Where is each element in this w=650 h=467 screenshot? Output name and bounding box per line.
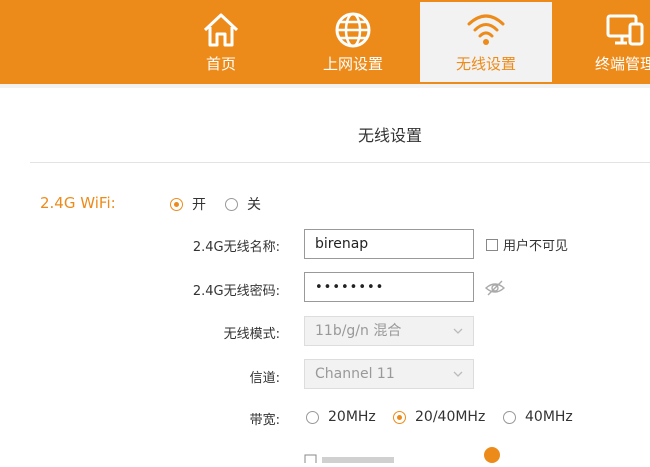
password-input[interactable]: •••••••• <box>304 272 474 302</box>
ssid-input[interactable]: birenap <box>304 229 474 259</box>
next-row-checkbox-partial <box>300 448 400 467</box>
radio-selected-indicator <box>393 410 406 424</box>
tab-wireless-settings-label: 无线设置 <box>455 55 516 73</box>
devices-icon <box>606 14 644 46</box>
page-title: 无线设置 <box>357 126 422 145</box>
tab-wireless-settings[interactable]: 无线设置 <box>420 2 552 82</box>
radio-unselected-indicator <box>225 197 238 211</box>
wireless-mode-value: 11b/g/n 混合 <box>315 323 402 339</box>
wireless-mode-label: 无线模式: <box>223 327 280 342</box>
channel-select[interactable]: Channel 11 <box>304 359 474 389</box>
wifi-off-radio[interactable]: 关 <box>225 194 261 214</box>
chevron-down-icon <box>453 328 463 334</box>
title-divider <box>30 162 650 163</box>
tab-device-management-label: 终端管理 <box>594 55 650 73</box>
password-label: 2.4G无线密码: <box>192 284 280 299</box>
checkbox-box <box>486 238 498 251</box>
wifi-on-radio[interactable]: 开 <box>170 194 206 214</box>
bandwidth-label: 带宽: <box>249 413 280 428</box>
wifi-off-label: 关 <box>247 197 261 213</box>
ssid-value: birenap <box>315 236 369 252</box>
wifi-24g-section-label: 2.4G WiFi: <box>40 194 116 212</box>
tab-home-label: 首页 <box>205 55 236 73</box>
ssid-label: 2.4G无线名称: <box>192 240 280 255</box>
show-password-eye-icon[interactable] <box>484 278 506 298</box>
next-row-toggle-partial <box>484 447 500 463</box>
bandwidth-20mhz-label: 20MHz <box>328 409 376 425</box>
bandwidth-40mhz-label: 40MHz <box>525 409 573 425</box>
radio-unselected-indicator <box>503 410 516 424</box>
hide-ssid-checkbox[interactable]: 用户不可见 <box>486 235 568 254</box>
password-masked-value: •••••••• <box>315 280 385 295</box>
wireless-mode-select[interactable]: 11b/g/n 混合 <box>304 316 474 346</box>
radio-selected-indicator <box>170 197 183 211</box>
wifi-icon <box>467 14 505 45</box>
nav-underline <box>0 84 650 88</box>
tab-device-management[interactable]: 终端管理 <box>572 0 650 84</box>
home-icon <box>203 13 239 47</box>
tab-internet-settings[interactable]: 上网设置 <box>300 0 406 84</box>
wifi-on-label: 开 <box>192 197 206 213</box>
bandwidth-40mhz-radio[interactable]: 40MHz <box>503 409 573 425</box>
tab-home[interactable]: 首页 <box>168 0 274 84</box>
hide-ssid-label: 用户不可见 <box>503 239 569 254</box>
radio-unselected-indicator <box>306 410 319 424</box>
bandwidth-20-40mhz-label: 20/40MHz <box>415 409 486 425</box>
tab-internet-settings-label: 上网设置 <box>322 55 383 73</box>
bandwidth-20-40mhz-radio[interactable]: 20/40MHz <box>393 409 485 425</box>
channel-value: Channel 11 <box>315 366 395 382</box>
globe-icon <box>335 12 371 48</box>
channel-label: 信道: <box>249 371 280 386</box>
bandwidth-20mhz-radio[interactable]: 20MHz <box>306 409 376 425</box>
chevron-down-icon <box>453 371 463 377</box>
top-nav-bar: 首页 上网设置 无线设置 终端管理 <box>0 0 650 88</box>
